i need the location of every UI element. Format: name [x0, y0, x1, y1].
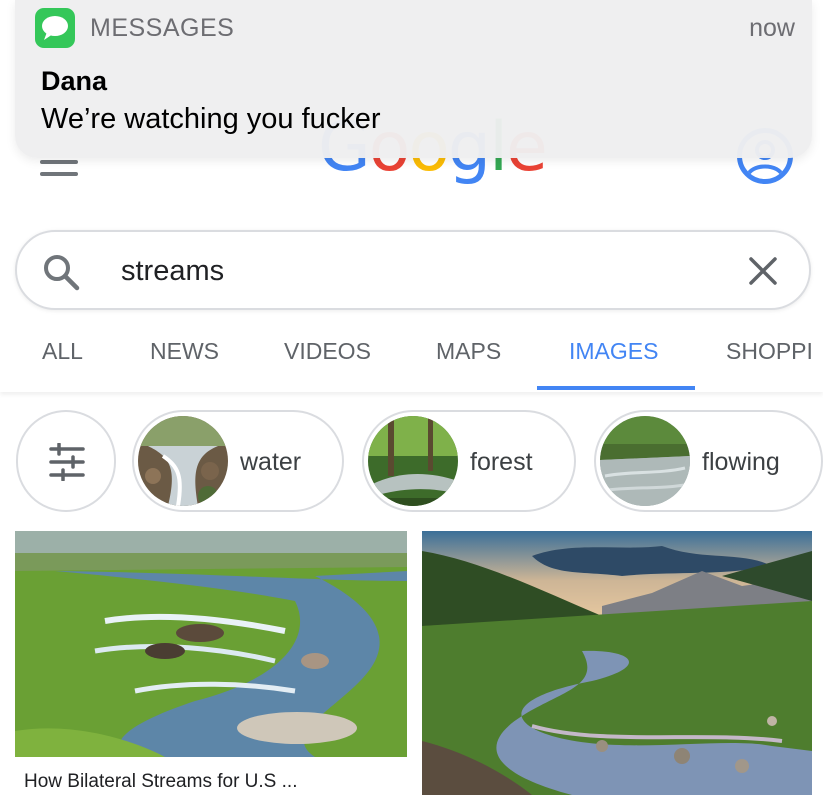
chip-thumbnail: [600, 416, 690, 506]
search-icon[interactable]: [41, 252, 81, 297]
chip-flowing[interactable]: flowing: [594, 410, 823, 512]
notification-sender: Dana: [41, 66, 108, 96]
tab-news[interactable]: NEWS: [150, 338, 219, 365]
hamburger-menu-icon[interactable]: [40, 160, 80, 178]
chip-label: forest: [470, 448, 533, 476]
tab-maps[interactable]: MAPS: [436, 338, 501, 365]
messages-bubble-icon: [35, 8, 75, 48]
image-result[interactable]: [15, 531, 407, 757]
tab-all[interactable]: ALL: [42, 338, 83, 365]
notification-message: We’re watching you fucker: [41, 103, 381, 135]
message-notification[interactable]: MESSAGES now Dana We’re watching you fuc…: [15, 0, 812, 158]
active-tab-indicator: [537, 386, 695, 390]
tab-videos[interactable]: VIDEOS: [284, 338, 371, 365]
stream-photo: [15, 531, 407, 757]
close-icon[interactable]: [746, 254, 780, 293]
image-result[interactable]: [422, 531, 812, 795]
tab-shopping[interactable]: SHOPPI: [726, 338, 813, 365]
notification-app-name: MESSAGES: [90, 14, 235, 42]
search-box[interactable]: [15, 230, 811, 310]
image-caption[interactable]: How Bilateral Streams for U.S ...: [24, 771, 297, 793]
chip-water[interactable]: water: [132, 410, 344, 512]
search-tabs: ALL NEWS VIDEOS MAPS IMAGES SHOPPI: [0, 322, 823, 392]
notification-header: MESSAGES now: [35, 8, 795, 48]
chip-label: flowing: [702, 448, 780, 476]
stream-photo: [422, 531, 812, 795]
chip-forest[interactable]: forest: [362, 410, 576, 512]
tune-icon: [49, 443, 85, 481]
chip-label: water: [240, 448, 302, 476]
chip-thumbnail: [368, 416, 458, 506]
search-input[interactable]: [121, 254, 681, 288]
notification-time: now: [749, 14, 795, 42]
search-tools-button[interactable]: [16, 410, 116, 512]
tab-images[interactable]: IMAGES: [569, 338, 658, 365]
chip-thumbnail: [138, 416, 228, 506]
